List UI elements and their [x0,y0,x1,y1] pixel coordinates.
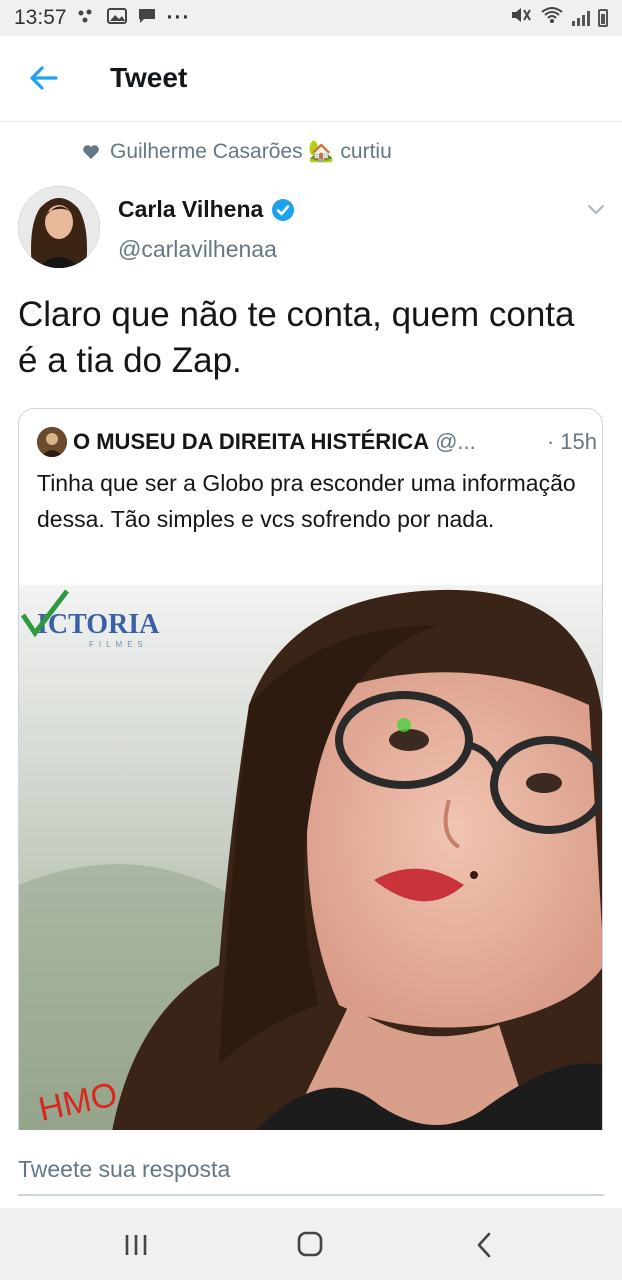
liked-by-row[interactable]: Guilherme Casarões 🏡 curtiu [82,140,392,164]
more-notifications: ··· [166,6,191,29]
message-icon [137,7,157,30]
video-watermark-sub: FILMES [89,640,148,649]
tweet-options-button[interactable] [584,200,608,220]
author-handle[interactable]: @carlavilhenaa [118,236,277,263]
heart-icon [83,145,99,159]
page-title: Tweet [110,62,188,93]
chevron-down-icon [587,204,605,215]
liked-by-text: Guilherme Casarões 🏡 curtiu [110,140,392,163]
author-name-row[interactable]: Carla Vilhena [118,196,295,223]
quoted-author-avatar [37,427,67,457]
quoted-tweet-header: O MUSEU DA DIREITA HISTÉRICA @... · 15h [37,427,597,457]
battery-icon [598,9,608,27]
back-button[interactable] [26,60,62,96]
gallery-icon [106,7,127,29]
app-header: Tweet [0,36,622,122]
quoted-tweet-video[interactable]: ICTORIA FILMES HMO [19,585,602,1147]
reply-bar [0,1130,622,1208]
reply-input[interactable] [18,1144,604,1196]
quoted-author-name: O MUSEU DA DIREITA HISTÉRICA [73,429,430,454]
tweet-text: Claro que não te conta, quem conta é a t… [18,295,575,380]
home-button[interactable] [290,1230,330,1260]
author-name: Carla Vilhena [118,196,264,222]
signal-icon [572,10,590,26]
recent-apps-icon [125,1235,147,1255]
mute-icon [510,6,532,30]
quoted-author-handle: @... [435,429,476,454]
quoted-tweet-text: Tinha que ser a Globo pra esconder uma i… [37,470,576,532]
nav-back-button[interactable] [464,1230,504,1260]
quoted-tweet[interactable]: O MUSEU DA DIREITA HISTÉRICA @... · 15h … [18,408,603,1148]
status-bar: 13:57 ··· [0,0,622,36]
quoted-tweet-time: · 15h [546,429,597,454]
back-icon [477,1232,491,1258]
recent-apps-button[interactable] [116,1230,156,1260]
system-nav-bar [0,1208,622,1280]
status-time: 13:57 [14,6,67,29]
verified-badge-icon [272,198,295,221]
wifi-icon [540,6,564,30]
author-avatar[interactable] [18,186,100,268]
notification-dots-icon [77,8,97,29]
home-icon [297,1231,323,1257]
video-watermark: ICTORIA [37,609,160,640]
arrow-left-icon [30,66,58,90]
